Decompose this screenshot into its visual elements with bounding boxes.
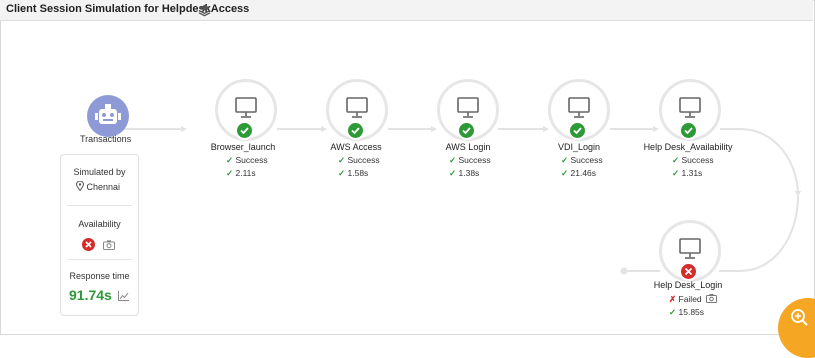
step-status-text: Success: [235, 155, 268, 165]
check-icon: ✓: [449, 168, 457, 178]
step-time-text: 1.38s: [458, 168, 480, 178]
flow-canvas: Transactions Browser_launch ✓ Success ✓ …: [0, 21, 813, 333]
divider: [67, 259, 132, 260]
check-icon: ✓: [226, 168, 234, 178]
check-icon: ✓: [561, 168, 569, 178]
zoom-in-icon: [791, 309, 808, 326]
check-icon: ✓: [338, 168, 346, 178]
response-time-label: Response time: [69, 271, 130, 281]
widget-title: Client Session Simulation for HelpdeskAc…: [6, 3, 250, 15]
success-check-icon: [236, 122, 253, 139]
step-status-text: Success: [347, 155, 380, 165]
check-icon: ✓: [672, 168, 680, 178]
widget-header: Client Session Simulation for HelpdeskAc…: [0, 0, 813, 21]
monitor-icon: [679, 97, 701, 118]
check-icon: ✓: [338, 155, 346, 165]
step-status: ✓ Success: [672, 155, 714, 166]
step-time: ✓ 1.38s: [449, 168, 479, 179]
monitor-icon: [679, 238, 701, 259]
location-row: Chennai: [75, 180, 121, 192]
step-status-text: Success: [681, 155, 714, 165]
step-time: ✓ 1.58s: [338, 168, 368, 179]
monitor-icon: [346, 97, 368, 118]
step-status: ✓ Success: [561, 155, 603, 166]
step-time: ✓ 2.11s: [226, 168, 256, 179]
check-icon: ✓: [669, 307, 677, 317]
step-status: ✗ Failed: [669, 294, 718, 305]
step-name: VDI_Login: [557, 142, 601, 152]
check-icon: ✓: [449, 155, 457, 165]
step-name: Browser_launch: [210, 142, 276, 152]
trend-chart-icon[interactable]: [118, 291, 129, 301]
step-name: AWS Access: [330, 142, 382, 152]
step-status: ✓ Success: [338, 155, 380, 166]
step-name: Help Desk_Login: [653, 280, 723, 290]
monitor-icon: [235, 97, 257, 118]
monitor-icon: [457, 97, 479, 118]
location-pin-icon: [75, 180, 85, 192]
divider: [67, 205, 132, 206]
check-icon: ✓: [226, 155, 234, 165]
success-check-icon: [347, 122, 364, 139]
step-name: Help Desk_Availability: [643, 142, 733, 152]
camera-icon[interactable]: [706, 294, 718, 303]
step-status: ✓ Success: [226, 155, 268, 166]
availability-label: Availability: [78, 219, 121, 229]
response-time-value: 91.74s: [69, 287, 112, 303]
step-status-text: Success: [570, 155, 603, 165]
step-status-text: Failed: [678, 294, 702, 304]
success-check-icon: [569, 122, 586, 139]
step-status-text: Success: [458, 155, 491, 165]
step-time-text: 1.58s: [347, 168, 369, 178]
step-time: ✓ 15.85s: [669, 307, 704, 318]
step-time-text: 15.85s: [678, 307, 705, 317]
success-check-icon: [458, 122, 475, 139]
step-time: ✓ 1.31s: [672, 168, 702, 179]
layers-icon[interactable]: [198, 4, 211, 17]
step-time-text: 21.46s: [570, 168, 597, 178]
location-text: Chennai: [86, 182, 121, 192]
availability-fail-icon: [81, 237, 96, 252]
step-time: ✓ 21.46s: [561, 168, 596, 179]
step-name: AWS Login: [445, 142, 491, 152]
simulated-by-label: Simulated by: [73, 167, 126, 177]
robot-icon: [87, 95, 129, 137]
monitor-icon: [568, 97, 590, 118]
summary-card: Simulated by Chennai Availability Respon…: [60, 154, 139, 316]
x-icon: ✗: [669, 294, 677, 304]
step-status: ✓ Success: [449, 155, 491, 166]
transactions-label: Transactions: [80, 134, 132, 144]
step-time-text: 1.31s: [681, 168, 703, 178]
step-time-text: 2.11s: [235, 168, 256, 178]
success-check-icon: [680, 122, 697, 139]
camera-icon[interactable]: [103, 240, 115, 250]
check-icon: ✓: [672, 155, 680, 165]
failure-x-icon: [680, 263, 697, 280]
check-icon: ✓: [561, 155, 569, 165]
